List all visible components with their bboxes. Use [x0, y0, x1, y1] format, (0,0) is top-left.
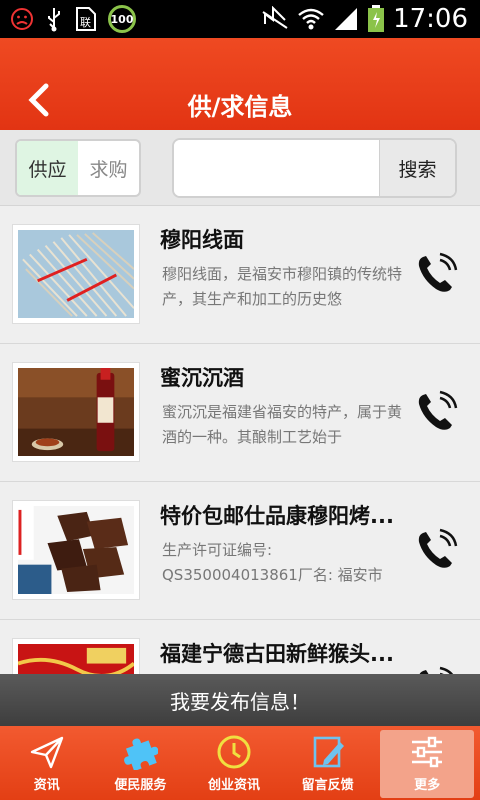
phone-icon[interactable]: [414, 252, 458, 296]
wifi-icon: [298, 8, 324, 30]
edit-icon: [313, 736, 344, 768]
product-list: 穆阳线面 穆阳线面，是福安市穆阳镇的传统特产，其生产和加工的历史悠 蜜沉沉酒 蜜…: [0, 206, 480, 676]
product-thumbnail: [12, 362, 140, 462]
sim-card-icon: 联: [76, 7, 96, 31]
nav-label: 更多: [414, 778, 441, 793]
search-button[interactable]: 搜索: [379, 140, 455, 196]
product-thumbnail: [12, 224, 140, 324]
battery-icon: [368, 5, 385, 32]
nav-item-business-news[interactable]: 创业资讯: [187, 726, 281, 800]
svg-text:联: 联: [80, 16, 91, 29]
nav-item-feedback[interactable]: 留言反馈: [281, 726, 375, 800]
list-item[interactable]: 穆阳线面 穆阳线面，是福安市穆阳镇的传统特产，其生产和加工的历史悠: [0, 206, 480, 344]
item-title: 特价包邮仕品康穆阳烤...: [160, 504, 394, 528]
status-bar: 联 100 17:06: [0, 0, 480, 38]
nav-item-services[interactable]: 便民服务: [94, 726, 188, 800]
nav-label: 创业资讯: [207, 778, 260, 793]
product-thumbnail: [12, 638, 140, 676]
search-input[interactable]: [174, 140, 380, 196]
usb-icon: [48, 8, 60, 32]
list-item[interactable]: 福建宁德古田新鲜猴头...: [0, 620, 480, 676]
puzzle-icon: [124, 738, 159, 770]
list-item[interactable]: 特价包邮仕品康穆阳烤... 生产许可证编号: QS350004013861厂名:…: [0, 482, 480, 620]
list-item[interactable]: 蜜沉沉酒 蜜沉沉是福建省福安的特产，属于黄酒的一种。其酿制工艺始于: [0, 344, 480, 482]
mute-icon: [262, 6, 288, 29]
search-box: 搜索: [172, 138, 457, 198]
supply-demand-toggle: 供应 求购: [15, 139, 141, 197]
clock-icon: [217, 735, 251, 769]
nav-item-news[interactable]: 资讯: [0, 726, 94, 800]
header: 供/求信息: [0, 38, 480, 130]
item-description: 生产许可证编号: QS350004013861厂名: 福安市: [162, 541, 383, 584]
tab-demand[interactable]: 求购: [78, 141, 139, 195]
sliders-icon: [412, 736, 443, 768]
nav-item-more[interactable]: 更多: [380, 730, 474, 798]
phone-icon[interactable]: [414, 528, 458, 572]
bottom-nav: 资讯 便民服务 创业资讯 留言反馈 更多: [0, 726, 480, 800]
item-description: 蜜沉沉是福建省福安的特产，属于黄酒的一种。其酿制工艺始于: [162, 403, 402, 446]
nav-label: 资讯: [33, 778, 60, 793]
paper-plane-icon: [30, 736, 63, 769]
nav-label: 留言反馈: [301, 778, 354, 793]
item-title: 穆阳线面: [160, 228, 244, 252]
item-description: 穆阳线面，是福安市穆阳镇的传统特产，其生产和加工的历史悠: [162, 265, 402, 308]
product-thumbnail: [12, 500, 140, 600]
clock: 17:06: [393, 4, 468, 34]
item-title: 蜜沉沉酒: [160, 366, 244, 390]
filter-bar: 供应 求购 搜索: [0, 130, 480, 206]
battery-100-badge: 100: [108, 5, 136, 33]
publish-info-button[interactable]: 我要发布信息！: [0, 674, 480, 726]
item-title: 福建宁德古田新鲜猴头...: [160, 642, 394, 666]
signal-icon: [335, 8, 358, 30]
tab-supply[interactable]: 供应: [17, 141, 78, 195]
phone-icon[interactable]: [414, 390, 458, 434]
sad-face-icon: [11, 8, 33, 30]
page-title: 供/求信息: [187, 93, 293, 121]
nav-label: 便民服务: [114, 778, 167, 793]
